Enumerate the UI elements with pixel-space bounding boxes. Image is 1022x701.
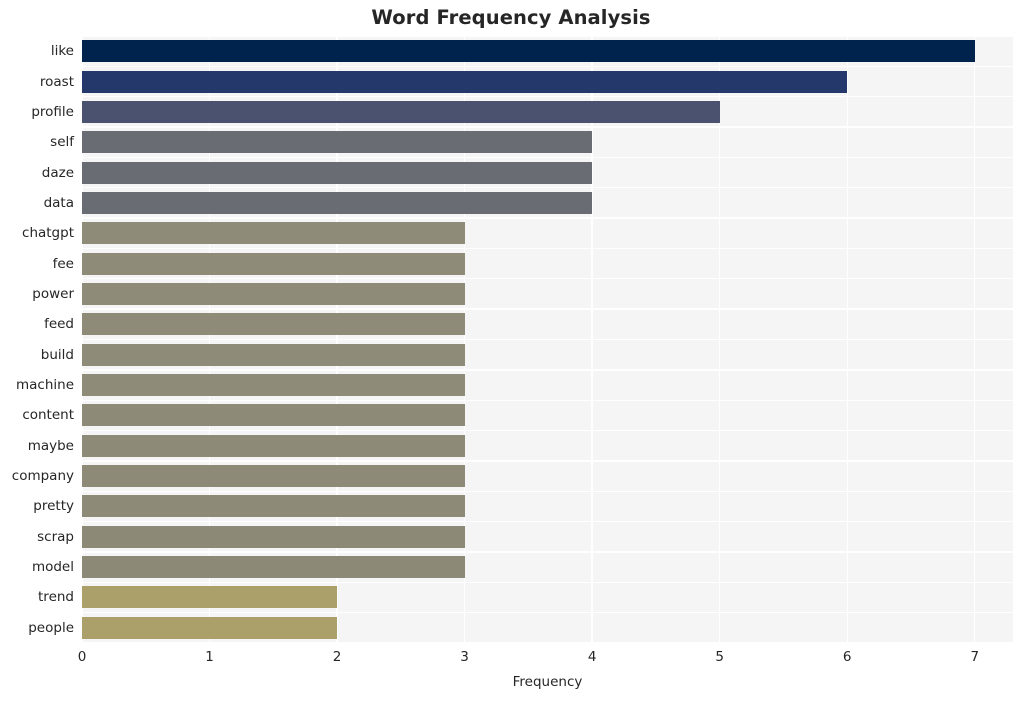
y-tick-label-trend: trend bbox=[38, 589, 74, 606]
y-tick-label-power: power bbox=[32, 285, 74, 302]
x-tick-label-7: 7 bbox=[970, 649, 980, 665]
y-tick-label-content: content bbox=[22, 407, 74, 424]
y-tick-label-model: model bbox=[31, 559, 74, 576]
x-tick-label-2: 2 bbox=[332, 649, 342, 665]
y-tick-label-maybe: maybe bbox=[27, 437, 74, 454]
y-tick-label-self: self bbox=[50, 134, 74, 151]
y-tick-label-company: company bbox=[11, 468, 74, 485]
x-tick-label-3: 3 bbox=[460, 649, 469, 665]
x-tick-label-1: 1 bbox=[205, 649, 214, 665]
y-tick-label-roast: roast bbox=[39, 73, 74, 90]
y-tick-label-chatgpt: chatgpt bbox=[22, 225, 74, 242]
y-tick-label-daze: daze bbox=[41, 164, 74, 181]
y-tick-label-profile: profile bbox=[31, 103, 74, 120]
x-axis-tick-labels: 0 1 2 3 4 5 6 7 bbox=[0, 648, 1022, 668]
y-tick-label-fee: fee bbox=[52, 255, 74, 272]
chart-figure: Word Frequency Analysis like roast profile… bbox=[0, 0, 1022, 701]
y-tick-label-feed: feed bbox=[44, 316, 74, 333]
x-tick-label-0: 0 bbox=[77, 649, 87, 665]
y-tick-label-pretty: pretty bbox=[33, 498, 74, 515]
y-tick-label-like: like bbox=[50, 43, 74, 60]
chart-title: Word Frequency Analysis bbox=[371, 6, 651, 29]
x-axis-label: Frequency bbox=[512, 674, 583, 690]
y-tick-label-build: build bbox=[40, 346, 74, 363]
y-axis-tick-labels: like roast profile self daze data chatgpt fee po… bbox=[0, 36, 1022, 643]
x-tick-label-4: 4 bbox=[587, 649, 597, 665]
y-tick-label-data: data bbox=[43, 194, 74, 211]
x-tick-label-5: 5 bbox=[715, 649, 724, 665]
y-tick-label-machine: machine bbox=[15, 377, 74, 394]
y-tick-label-people: people bbox=[28, 619, 74, 636]
x-tick-label-6: 6 bbox=[842, 649, 852, 665]
y-tick-label-scrap: scrap bbox=[37, 528, 74, 545]
